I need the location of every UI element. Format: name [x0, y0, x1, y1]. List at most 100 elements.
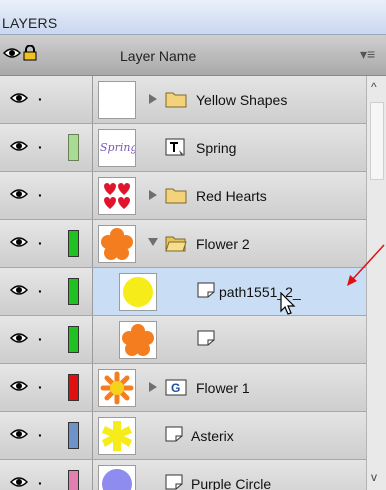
layer-row-flower-1[interactable]: · G Flower 1 [0, 364, 366, 412]
path-icon [197, 282, 215, 298]
layer-content[interactable]: Asterix [93, 412, 366, 459]
layer-content[interactable] [93, 316, 366, 363]
layer-name[interactable]: Red Hearts [196, 188, 267, 204]
folder-icon [165, 188, 187, 204]
panel-menu-icon[interactable]: ▾≡ [360, 46, 375, 63]
eye-icon[interactable] [10, 332, 28, 344]
visibility-cell[interactable]: · [0, 220, 93, 267]
layer-content[interactable]: Yellow Shapes [93, 76, 366, 123]
layer-color-tag [68, 326, 79, 353]
hearts-thumb-icon [104, 183, 130, 209]
eye-icon[interactable] [3, 47, 21, 59]
open-folder-icon [165, 236, 187, 252]
layer-thumbnail: Spring [98, 129, 136, 167]
scroll-up-icon[interactable]: ^ [371, 80, 377, 94]
layer-thumbnail [98, 417, 136, 455]
visibility-cell[interactable]: · [0, 268, 93, 315]
layer-thumbnail [119, 321, 157, 359]
purple-circle-thumb-icon [102, 469, 132, 490]
lock-toggle[interactable]: · [38, 140, 43, 154]
path-icon [165, 426, 183, 442]
yellow-circle-thumb-icon [123, 277, 153, 307]
spring-thumb-text: Spring [100, 141, 136, 154]
layer-row-yellow-shapes[interactable]: · Yellow Shapes [0, 76, 366, 124]
layer-content[interactable]: Spring Spring [93, 124, 366, 171]
visibility-cell[interactable]: · [0, 364, 93, 411]
scroll-down-icon[interactable]: v [371, 470, 377, 484]
layers-header: Layer Name ▾≡ [0, 35, 386, 76]
asterix-thumb-icon [102, 421, 132, 451]
text-tool-icon [165, 138, 185, 156]
visibility-cell[interactable]: · [0, 316, 93, 363]
layer-color-tag [68, 230, 79, 257]
panel-title-bar: LAYERS [0, 0, 386, 35]
layer-thumbnail [119, 273, 157, 311]
path-icon [165, 474, 183, 490]
layer-content[interactable]: G Flower 1 [93, 364, 366, 411]
layer-row-unnamed-path[interactable]: · [0, 316, 366, 364]
layer-content[interactable]: path1551_2_ [93, 268, 366, 315]
folder-icon [165, 92, 187, 108]
layer-row-red-hearts[interactable]: · Red Hearts [0, 172, 366, 220]
lock-toggle[interactable]: · [38, 284, 43, 298]
layer-name[interactable]: Flower 1 [196, 380, 250, 396]
layer-row-spring[interactable]: · Spring Spring [0, 124, 366, 172]
visibility-cell[interactable]: · [0, 412, 93, 459]
visibility-cell[interactable]: · [0, 172, 93, 219]
layer-row-asterix[interactable]: · Asterix [0, 412, 366, 460]
layer-content[interactable]: Flower 2 [93, 220, 366, 267]
layer-content[interactable]: Purple Circle [93, 460, 366, 490]
panel-title: LAYERS [2, 15, 58, 31]
eye-icon[interactable] [10, 284, 28, 296]
eye-icon[interactable] [10, 380, 28, 392]
layer-thumbnail [98, 465, 136, 490]
layer-thumbnail [98, 225, 136, 263]
expand-triangle-icon[interactable] [149, 94, 157, 104]
visibility-cell[interactable]: · [0, 124, 93, 171]
vertical-scrollbar[interactable]: ^ v [366, 76, 386, 490]
eye-icon[interactable] [10, 428, 28, 440]
eye-icon[interactable] [10, 236, 28, 248]
visibility-cell[interactable]: · [0, 460, 93, 490]
collapse-triangle-icon[interactable] [148, 238, 158, 246]
layer-name[interactable]: Flower 2 [196, 236, 250, 252]
layer-thumbnail [98, 369, 136, 407]
visibility-cell[interactable]: · [0, 76, 93, 123]
lock-toggle[interactable]: · [38, 332, 43, 346]
lock-toggle[interactable]: · [38, 236, 43, 250]
layers-panel: LAYERS Layer Name ▾≡ · Yellow Shapes · S… [0, 0, 386, 490]
eye-icon[interactable] [10, 140, 28, 152]
layer-color-tag [68, 374, 79, 401]
svg-text:G: G [171, 381, 180, 395]
layer-row-flower-2[interactable]: · Flower 2 [0, 220, 366, 268]
layer-row-path1551-2[interactable]: · path1551_2_ [0, 268, 366, 316]
mouse-cursor-icon [280, 292, 296, 315]
orange-flower-thumb-icon [122, 324, 154, 356]
expand-triangle-icon[interactable] [149, 382, 157, 392]
layer-content[interactable]: Red Hearts [93, 172, 366, 219]
layer-row-purple-circle[interactable]: · Purple Circle [0, 460, 366, 490]
layer-name[interactable]: Spring [196, 140, 236, 156]
lock-toggle[interactable]: · [38, 428, 43, 442]
lock-icon[interactable] [23, 45, 37, 61]
lock-toggle[interactable]: · [38, 188, 43, 202]
path-icon [197, 330, 215, 346]
layer-color-tag [68, 278, 79, 305]
group-icon: G [165, 379, 187, 396]
lock-toggle[interactable]: · [38, 92, 43, 106]
expand-triangle-icon[interactable] [149, 190, 157, 200]
layer-name[interactable]: Purple Circle [191, 476, 271, 490]
layer-color-tag [68, 422, 79, 449]
eye-icon[interactable] [10, 92, 28, 104]
layer-name-column-header: Layer Name [120, 48, 197, 64]
orange-flower-thumb-icon [101, 228, 133, 260]
scroll-thumb[interactable] [370, 102, 384, 180]
lock-toggle[interactable]: · [38, 380, 43, 394]
lock-toggle[interactable]: · [38, 476, 43, 490]
layer-thumbnail [98, 177, 136, 215]
eye-icon[interactable] [10, 476, 28, 488]
layer-name[interactable]: Asterix [191, 428, 234, 444]
eye-icon[interactable] [10, 188, 28, 200]
layer-thumbnail [98, 81, 136, 119]
layer-name[interactable]: Yellow Shapes [196, 92, 287, 108]
